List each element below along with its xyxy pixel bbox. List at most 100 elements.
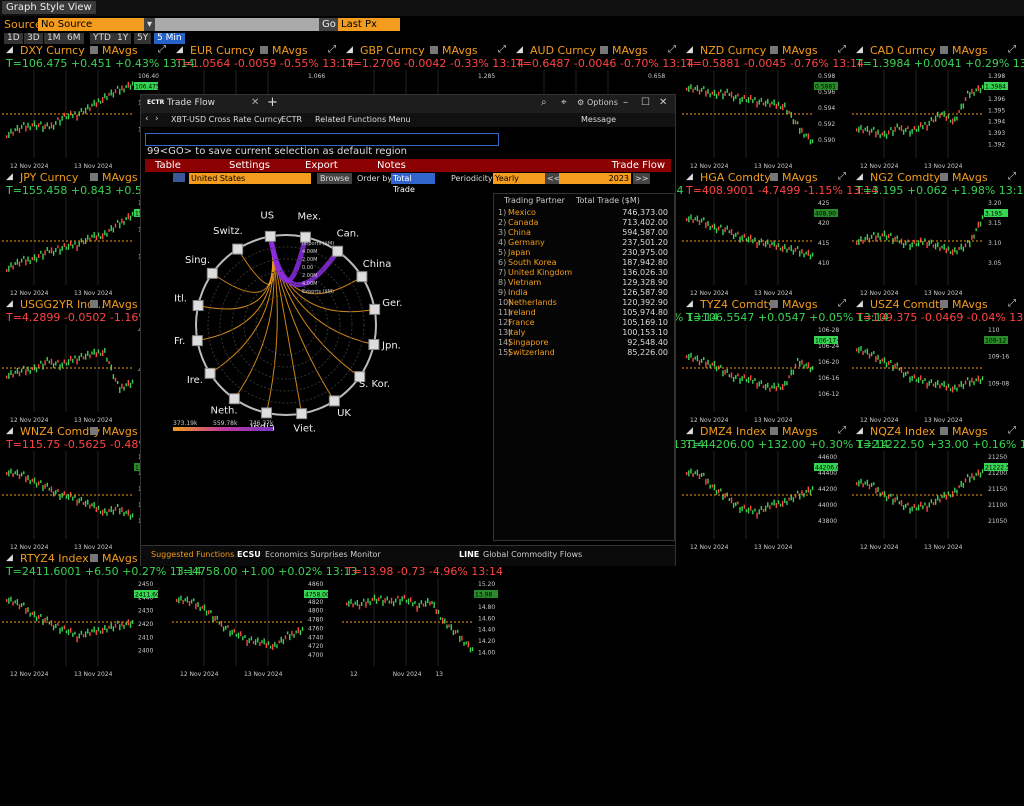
partner-node[interactable] [332,245,344,257]
ticker-name[interactable]: RTYZ4 Index [20,552,89,565]
options-button[interactable]: Options [587,98,618,107]
partner-node[interactable] [356,271,368,283]
expand-icon[interactable]: ⤢ [328,44,336,55]
ticker-name[interactable]: NZD Curncy [700,44,766,57]
mavgs-checkbox[interactable] [770,46,778,54]
maximize-icon[interactable]: ☐ [641,97,650,108]
partner-node[interactable] [369,303,381,315]
ticker-name[interactable]: CAD Curncy [870,44,936,57]
price-chart[interactable]: 212502120021150211002105021222.5012 Nov … [852,451,1022,551]
table-row[interactable]: 14) Singapore 92,548.40 [498,338,670,348]
price-chart[interactable]: 15.2015.0014.8014.6014.4014.2014.0013.98… [342,578,512,678]
security-breadcrumb[interactable]: XBT-USD Cross Rate Curncy [171,115,282,124]
line-code[interactable]: LINE [459,550,479,559]
price-chart[interactable]: 1.3981.3971.3961.3951.3941.3931.3921.398… [852,70,1022,170]
mavgs-checkbox[interactable] [770,300,778,308]
range-button-1m[interactable]: 1M [44,33,64,44]
close-icon[interactable]: ✕ [659,97,667,108]
partner-node[interactable] [191,335,203,347]
mavgs-checkbox[interactable] [770,427,778,435]
chart-tile[interactable]: ◢ NQZ4 Index MAvgs ⤢ T=21222.50 +33.00 +0.16… [852,425,1024,551]
chart-tile[interactable]: ◢RTYZ4 IndexMAvgs⤢T=2411.6001 +6.50 +0.2… [2,552,201,678]
source-input[interactable]: No Source [38,18,150,31]
table-row[interactable]: 2) Canada 713,402.00 [498,218,670,228]
table-row[interactable]: 8) Vietnam 129,328.90 [498,278,670,288]
expand-icon[interactable]: ⤢ [498,44,506,55]
function-breadcrumb[interactable]: ECTR [281,115,302,124]
forward-icon[interactable]: › [155,114,159,124]
menu-table[interactable]: Table [155,159,181,172]
chart-tile[interactable]: ◢ CAD Curncy MAvgs ⤢ T=1.3984 +0.0041 +0.29%… [852,44,1024,170]
expand-icon[interactable]: ⤢ [668,44,676,55]
ticker-name[interactable]: NQZ4 Index [870,425,935,438]
partner-node[interactable] [368,338,380,350]
ticker-name[interactable]: USZ4 Comdty [870,298,946,311]
line-link[interactable]: Global Commodity Flows [483,550,582,559]
chart-tile[interactable]: ◢ USZ4 Comdty MAvgs ⤢ T=109.375 -0.0469 -0.0… [852,298,1024,424]
expand-icon[interactable]: ⤢ [838,44,846,55]
expand-icon[interactable]: ⤢ [838,425,846,436]
close-tab-icon[interactable]: ✕ [251,97,259,108]
price-chart[interactable]: 0.5980.5960.5940.5920.5900.588112 Nov 20… [682,70,852,170]
options-gear-icon[interactable]: ⚙ [577,98,584,107]
mavgs-checkbox[interactable] [90,427,98,435]
mavgs-checkbox[interactable] [940,46,948,54]
table-row[interactable]: 9) India 126,587.90 [498,288,670,298]
year-select[interactable]: 2023 [559,173,631,184]
field-input[interactable]: Last Px [338,18,400,31]
partner-node[interactable] [204,367,216,379]
ticker-name[interactable]: HGA Comdty [700,171,771,184]
table-row[interactable]: 13) Italy 100,153.10 [498,328,670,338]
periodicity-select[interactable]: Yearly [493,173,545,184]
chart-tile[interactable]: ◢VGZ4 IndexMAvgs⤢T=4758.00 +1.00 +0.02% … [172,552,357,678]
expand-icon[interactable]: ⤢ [838,298,846,309]
expand-icon[interactable]: ⤢ [1008,44,1016,55]
partner-node[interactable] [232,243,244,255]
search-icon[interactable]: ⌕ [541,97,547,108]
range-button-5-min[interactable]: 5 Min [154,33,185,44]
mavgs-checkbox[interactable] [90,554,98,562]
partner-node[interactable] [261,407,273,419]
range-button-ytd[interactable]: YTD [90,33,114,44]
chart-tile[interactable]: ◢VIX IndexMAvgs⤢T=13.98 -0.73 -4.96% 13:… [342,552,512,678]
ecsu-link[interactable]: Economics Surprises Monitor [265,550,381,559]
mavgs-checkbox[interactable] [90,46,98,54]
mavgs-checkbox[interactable] [940,173,948,181]
table-row[interactable]: 7) United Kingdom 136,026.30 [498,268,670,278]
price-chart[interactable]: 2450244024302420241024002411.6012 Nov 20… [2,578,172,678]
pin-icon[interactable]: ⌖ [561,97,567,108]
price-chart[interactable]: 3.20 3.15 3.10 3.05 3.195 12 Nov 2024 13 Nov 2… [852,197,1022,297]
command-input[interactable] [145,133,499,146]
ticker-name[interactable]: NG2 Comdty [870,171,940,184]
expand-icon[interactable]: ⤢ [158,44,166,55]
table-row[interactable]: 1) Mexico 746,373.00 [498,208,670,218]
ticker-name[interactable]: DMZ4 Index [700,425,766,438]
ecsu-code[interactable]: ECSU [237,550,261,559]
chart-tile[interactable]: ◢ NZD Curncy MAvgs ⤢ T=0.5881 -0.0045 -0.76%… [682,44,864,170]
partner-node[interactable] [264,230,276,242]
expand-icon[interactable]: ⤢ [838,171,846,182]
mavgs-checkbox[interactable] [770,173,778,181]
range-button-1y[interactable]: 1Y [114,33,132,44]
price-chart[interactable]: 4860484048204800478047604740472047004758… [172,578,342,678]
mavgs-checkbox[interactable] [430,46,438,54]
price-chart[interactable]: 110 109-16 109-08 109-12 12 Nov 2024 13 Nov 2… [852,324,1022,424]
graph-style-menu[interactable]: Graph Style [2,1,69,14]
expand-icon[interactable]: ⤢ [1008,425,1016,436]
expand-icon[interactable]: ⤢ [1008,298,1016,309]
mavgs-checkbox[interactable] [90,300,98,308]
view-menu[interactable]: View [64,1,96,14]
table-row[interactable]: 15) Switzerland 85,226.00 [498,348,670,358]
table-row[interactable]: 3) China 594,587.00 [498,228,670,238]
table-row[interactable]: 12) France 105,169.10 [498,318,670,328]
partner-node[interactable] [206,267,218,279]
mavgs-checkbox[interactable] [600,46,608,54]
range-button-3d[interactable]: 3D [24,33,43,44]
range-button-6m[interactable]: 6M [64,33,84,44]
menu-settings[interactable]: Settings [229,159,270,172]
related-functions-menu[interactable]: Related Functions Menu [315,115,411,124]
chart-tile[interactable]: ◢ DMZ4 Index MAvgs ⤢ T=44206.00 +132.00 +0.3… [682,425,888,551]
partner-node[interactable] [328,395,340,407]
price-chart[interactable]: 106-28106-24106-20106-16106-12106-17+12 … [682,324,852,424]
security-input[interactable] [155,18,319,31]
